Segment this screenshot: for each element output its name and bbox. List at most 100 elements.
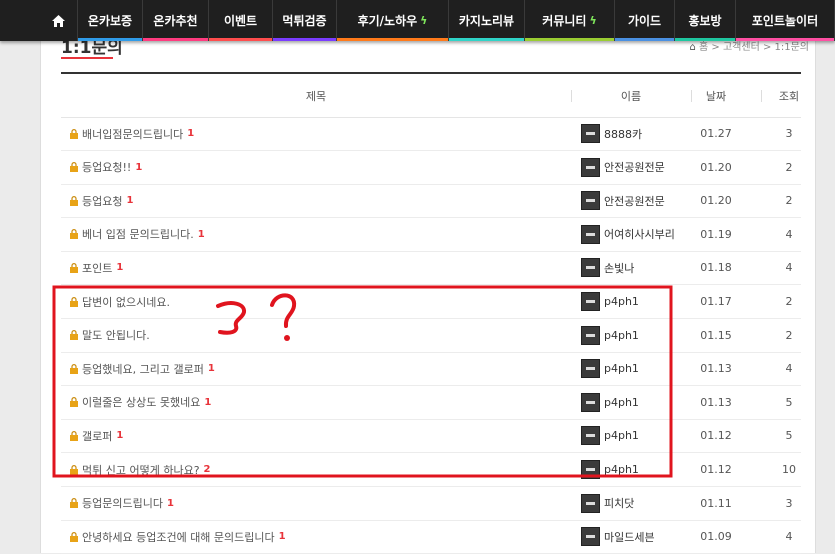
lock-icon [69,262,79,273]
lock-icon [69,363,79,374]
author[interactable]: p4ph1 [581,352,639,385]
view-count: 4 [785,362,793,376]
author-name: p4ph1 [604,429,639,443]
nav-item-8[interactable]: 홍보방 [675,0,736,41]
author[interactable]: 마일드세븐 [581,520,655,553]
table-row[interactable]: 등업했네요, 그리고 갤로퍼 1 p4ph1 01.13 4 [61,352,801,387]
post-title-link[interactable]: 등업요청 1 [69,184,133,217]
post-title-link[interactable]: 먹튀 신고 어떻게 하나요? 2 [69,453,211,486]
table-row[interactable]: 먹튀 신고 어떻게 하나요? 2 p4ph1 01.12 10 [61,453,801,487]
nav-item-4[interactable]: 후기/노하우 ϟ [337,0,449,41]
author-name: p4ph1 [604,463,639,476]
nav-item-7[interactable]: 가이드 [615,0,675,41]
lock-icon [69,531,79,542]
author[interactable]: p4ph1 [581,453,639,486]
member-level-icon [581,527,600,547]
lock-icon [69,162,79,173]
author[interactable]: 안전공원전문 [581,184,665,217]
post-title-link[interactable]: 등업문의드립니다 1 [69,487,174,520]
author[interactable]: 어여히사시부리 [581,218,675,251]
lock-icon [69,229,79,240]
author[interactable]: 피치닷 [581,487,634,520]
post-title-link[interactable]: 포인트 1 [69,251,123,284]
author[interactable]: p4ph1 [581,319,639,352]
table-row[interactable]: 등업요청 1 안전공원전문 01.20 2 [61,184,801,219]
view-count: 3 [785,127,793,140]
author[interactable]: p4ph1 [581,419,639,452]
nav-item-label: 이벤트 [223,14,258,28]
author[interactable]: p4ph1 [581,285,639,318]
post-title-link[interactable]: 이럴줄은 상상도 못했네요 1 [69,386,211,419]
author[interactable]: 손빛나 [581,251,634,284]
nav-item-5[interactable]: 카지노리뷰 [449,0,525,41]
member-level-icon [581,460,600,479]
nav-item-0[interactable]: 온카보증 [78,0,143,41]
lock-icon [69,397,79,408]
lock-icon [69,195,79,206]
post-title-link[interactable]: 말도 안됩니다. [69,319,154,352]
comment-count: 1 [166,497,174,509]
table-row[interactable]: 베너 입점 문의드립니다. 1 어여히사시부리 01.19 4 [61,218,801,252]
post-title-link[interactable]: 베너 입점 문의드립니다. 1 [69,218,205,251]
lightning-icon: ϟ [420,14,428,27]
header-date: 날짜 [705,89,727,103]
post-title-link[interactable]: 갤로퍼 1 [69,419,123,452]
table-row[interactable]: 등업문의드립니다 1 피치닷 01.11 3 [61,487,801,521]
table-row[interactable]: 등업요청!! 1 안전공원전문 01.20 2 [61,151,801,185]
comment-count: 1 [197,228,205,240]
post-date: 01.20 [700,160,732,174]
comment-count: 2 [203,464,211,475]
post-title-link[interactable]: 답변이 없으시네요. [69,285,174,318]
page-title-underline [61,57,113,59]
member-level-icon [581,359,600,379]
post-date: 01.18 [700,261,732,275]
author[interactable]: p4ph1 [581,386,639,419]
comment-count: 1 [187,128,195,139]
nav-item-underline [209,38,272,41]
view-count: 10 [782,463,796,476]
nav-item-9[interactable]: 포인트놀이터 [736,0,835,41]
post-title: 갤로퍼 [82,429,113,443]
post-title: 안녕하세요 등업조건에 대해 문의드립니다 [82,530,275,544]
nav-item-1[interactable]: 온카추천 [143,0,209,41]
view-count: 4 [785,261,793,275]
author-name: p4ph1 [604,395,639,409]
view-count: 2 [785,160,793,174]
author[interactable]: 안전공원전문 [581,151,665,184]
post-title: 등업했네요, 그리고 갤로퍼 [82,362,204,376]
member-level-icon [581,493,600,513]
header-separator [761,90,762,102]
lock-icon [69,430,79,441]
author-name: 손빛나 [604,261,635,275]
member-level-icon [581,325,600,345]
nav-item-underline [337,38,448,41]
table-row[interactable]: 배너입점문의드립니다 1 8888카 01.27 3 [61,117,801,151]
post-title-link[interactable]: 안녕하세요 등업조건에 대해 문의드립니다 1 [69,520,286,553]
post-date: 01.12 [700,463,732,476]
table-row[interactable]: 이럴줄은 상상도 못했네요 1 p4ph1 01.13 5 [61,386,801,420]
lock-icon [69,296,79,307]
post-title-link[interactable]: 배너입점문의드립니다 1 [69,117,194,150]
nav-item-3[interactable]: 먹튀검증 [273,0,337,41]
post-title: 베너 입점 문의드립니다. [82,228,194,242]
post-title: 이럴줄은 상상도 못했네요 [82,396,201,410]
post-title-link[interactable]: 등업요청!! 1 [69,151,142,184]
post-title-link[interactable]: 등업했네요, 그리고 갤로퍼 1 [69,352,215,385]
author[interactable]: 8888카 [581,117,642,150]
member-level-icon [581,124,600,143]
comment-count: 1 [135,161,143,173]
table-row[interactable]: 안녕하세요 등업조건에 대해 문의드립니다 1 마일드세븐 01.09 4 [61,520,801,554]
table-row[interactable]: 답변이 없으시네요. p4ph1 01.17 2 [61,285,801,319]
member-level-icon [581,157,600,177]
nav-item-underline [449,38,524,41]
table-row[interactable]: 말도 안됩니다. p4ph1 01.15 2 [61,319,801,353]
nav-item-2[interactable]: 이벤트 [209,0,273,41]
table-row[interactable]: 포인트 1 손빛나 01.18 4 [61,251,801,286]
table-row[interactable]: 갤로퍼 1 p4ph1 01.12 5 [61,419,801,454]
author-name: 8888카 [604,127,643,141]
nav-item-underline [525,38,614,41]
nav-item-6[interactable]: 커뮤니티 ϟ [525,0,615,41]
author-name: 피치닷 [604,497,635,511]
home-button[interactable] [40,0,78,41]
comment-count: 1 [116,430,124,442]
